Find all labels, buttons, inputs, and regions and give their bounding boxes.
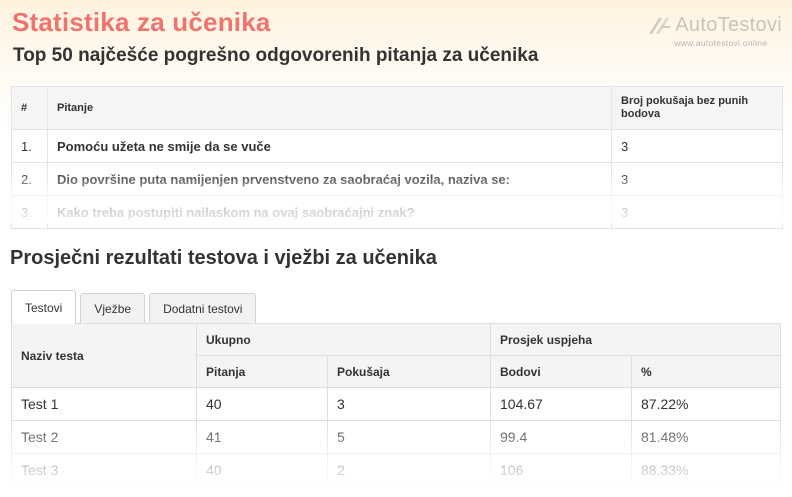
row-number: 2. xyxy=(11,162,48,196)
tab-dodatni-testovi[interactable]: Dodatni testovi xyxy=(149,293,257,323)
test-name: Test 1 xyxy=(11,387,197,421)
page-subtitle: Top 50 najčešće pogrešno odgovorenih pit… xyxy=(13,45,539,66)
column-header-attempts: Pokušaja xyxy=(327,355,491,388)
table-header-row: Naziv testa Ukupno Prosjek uspjeha xyxy=(11,323,781,388)
row-number: 1. xyxy=(11,129,48,163)
table-row: 3. Kako treba postupiti nailaskom na ova… xyxy=(11,195,783,229)
column-group-average: Prosjek uspjeha xyxy=(490,323,781,356)
attempts-count: 2 xyxy=(327,453,491,487)
results-table: Naziv testa Ukupno Prosjek uspjeha Pitan… xyxy=(11,323,781,487)
points-value: 99.4 xyxy=(490,420,632,454)
column-header-attempts: Broj pokušaja bez punih bodova xyxy=(611,86,783,130)
percent-value: 81.48% xyxy=(631,420,781,454)
tab-testovi[interactable]: Testovi xyxy=(11,290,77,324)
table-row: Test 1 40 3 104.67 87.22% xyxy=(11,387,781,421)
logo-text: AutoTestovi xyxy=(675,14,782,36)
column-header-question: Pitanje xyxy=(47,86,612,130)
top-questions-table: # Pitanje Broj pokušaja bez punih bodova… xyxy=(11,86,783,229)
table-row: 2. Dio površine puta namijenjen prvenstv… xyxy=(11,162,783,196)
column-header-questions: Pitanja xyxy=(196,355,328,388)
test-name: Test 2 xyxy=(11,420,197,454)
question-text: Kako treba postupiti nailaskom na ovaj s… xyxy=(47,195,612,229)
question-text: Dio površine puta namijenjen prvenstveno… xyxy=(47,162,612,196)
table-row: Test 2 41 5 99.4 81.48% xyxy=(11,420,781,454)
question-text: Pomoću užeta ne smije da se vuče xyxy=(47,129,612,163)
test-name: Test 3 xyxy=(11,453,197,487)
table-header-row: # Pitanje Broj pokušaja bez punih bodova xyxy=(11,86,783,130)
results-tabs: Testovi Vježbe Dodatni testovi xyxy=(11,289,260,324)
column-header-points: Bodovi xyxy=(490,355,632,388)
tab-vjezbe[interactable]: Vježbe xyxy=(80,293,146,323)
brand-logo[interactable]: AutoTestovi www.autotestovi.online xyxy=(647,14,782,48)
attempt-count: 3 xyxy=(611,162,783,196)
points-value: 104.67 xyxy=(490,387,632,421)
attempts-count: 3 xyxy=(327,387,491,421)
questions-count: 40 xyxy=(196,453,328,487)
column-header-number: # xyxy=(11,86,48,130)
autotestovi-logo-icon xyxy=(649,17,672,34)
logo-url: www.autotestovi.online xyxy=(674,38,768,48)
results-section-title: Prosječni rezultati testova i vježbi za … xyxy=(10,247,437,269)
points-value: 106 xyxy=(490,453,632,487)
column-group-total: Ukupno xyxy=(196,323,491,356)
page-title: Statistika za učenika xyxy=(12,7,271,37)
column-header-test-name: Naziv testa xyxy=(11,323,197,388)
percent-value: 88.33% xyxy=(631,453,781,487)
column-header-percent: % xyxy=(631,355,781,388)
table-row: Test 3 40 2 106 88.33% xyxy=(11,453,781,487)
attempt-count: 3 xyxy=(611,195,783,229)
percent-value: 87.22% xyxy=(631,387,781,421)
attempts-count: 5 xyxy=(327,420,491,454)
table-row: 1. Pomoću užeta ne smije da se vuče 3 xyxy=(11,129,783,163)
attempt-count: 3 xyxy=(611,129,783,163)
questions-count: 40 xyxy=(196,387,328,421)
row-number: 3. xyxy=(11,195,48,229)
questions-count: 41 xyxy=(196,420,328,454)
